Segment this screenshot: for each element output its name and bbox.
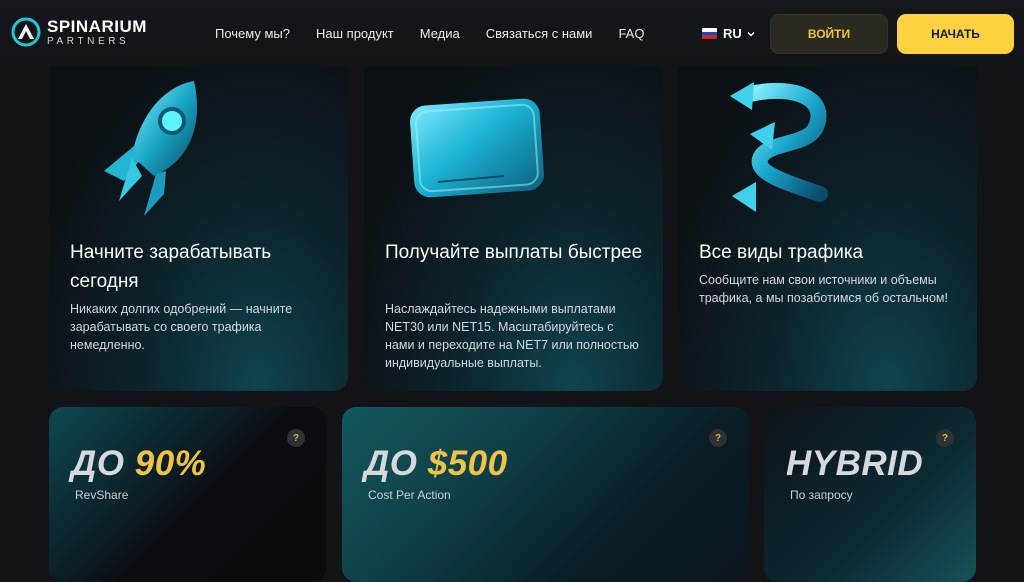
feature-title: Получайте выплаты быстрее <box>385 242 643 263</box>
stat-card-hybrid: HYBRID По запросу ? <box>764 407 976 582</box>
feature-title: Все виды трафика <box>699 242 864 263</box>
start-button[interactable]: НАЧАТЬ <box>897 14 1014 54</box>
feature-description: Сообщите нам свои источники и объемы тра… <box>699 273 948 305</box>
stat-card-cpa: ДО $500 Cost Per Action ? <box>342 407 749 582</box>
help-icon[interactable]: ? <box>936 429 954 447</box>
stat-highlight: $500 <box>427 444 508 483</box>
language-selector[interactable]: RU <box>702 26 755 41</box>
chevron-down-icon <box>747 31 755 36</box>
russia-flag-icon <box>702 28 717 39</box>
login-button[interactable]: ВОЙТИ <box>770 14 888 54</box>
logo[interactable]: SPINARIUM PARTNERS <box>11 17 147 47</box>
stat-value: HYBRID <box>786 444 924 483</box>
stat-card-revshare: ДО 90% RevShare ? <box>49 407 326 582</box>
logo-title: SPINARIUM <box>47 16 147 36</box>
language-label: RU <box>723 26 742 41</box>
feature-card-payouts: Получайте выплаты быстрее Наслаждайтесь … <box>364 66 663 391</box>
stat-value: ДО $500 <box>364 444 508 484</box>
stat-highlight: 90% <box>134 444 207 483</box>
stat-label: RevShare <box>75 488 129 502</box>
nav-product[interactable]: Наш продукт <box>316 26 394 41</box>
nav-contact[interactable]: Связаться с нами <box>486 26 593 41</box>
feature-card-earn: Начните зарабатывать сегодня Никаких дол… <box>49 66 348 391</box>
nav-media[interactable]: Медиа <box>420 26 460 41</box>
stat-prefix: ДО <box>71 444 125 483</box>
feature-description: Наслаждайтесь надежными выплатами NET30 … <box>385 302 639 370</box>
help-icon[interactable]: ? <box>287 429 305 447</box>
stat-value: ДО 90% <box>71 444 206 484</box>
card-icon <box>410 98 544 198</box>
arrows-icon <box>730 82 828 212</box>
site-header: SPINARIUM PARTNERS Почему мы? Наш продук… <box>0 0 1024 66</box>
logo-mark-icon <box>11 17 41 47</box>
feature-description: Никаких долгих одобрений — начните зараб… <box>70 302 293 352</box>
feature-card-traffic: Все виды трафика Сообщите нам свои источ… <box>678 66 977 391</box>
feature-title: Начните зарабатывать сегодня <box>70 242 272 292</box>
rocket-icon <box>104 81 198 216</box>
help-icon[interactable]: ? <box>709 429 727 447</box>
nav-faq[interactable]: FAQ <box>618 26 644 41</box>
stat-label: Cost Per Action <box>368 488 451 502</box>
stat-prefix: ДО <box>364 444 418 483</box>
stat-label: По запросу <box>790 488 853 502</box>
logo-subtitle: PARTNERS <box>47 35 130 47</box>
main-nav: Почему мы? Наш продукт Медиа Связаться с… <box>215 26 670 41</box>
nav-why-us[interactable]: Почему мы? <box>215 26 290 41</box>
